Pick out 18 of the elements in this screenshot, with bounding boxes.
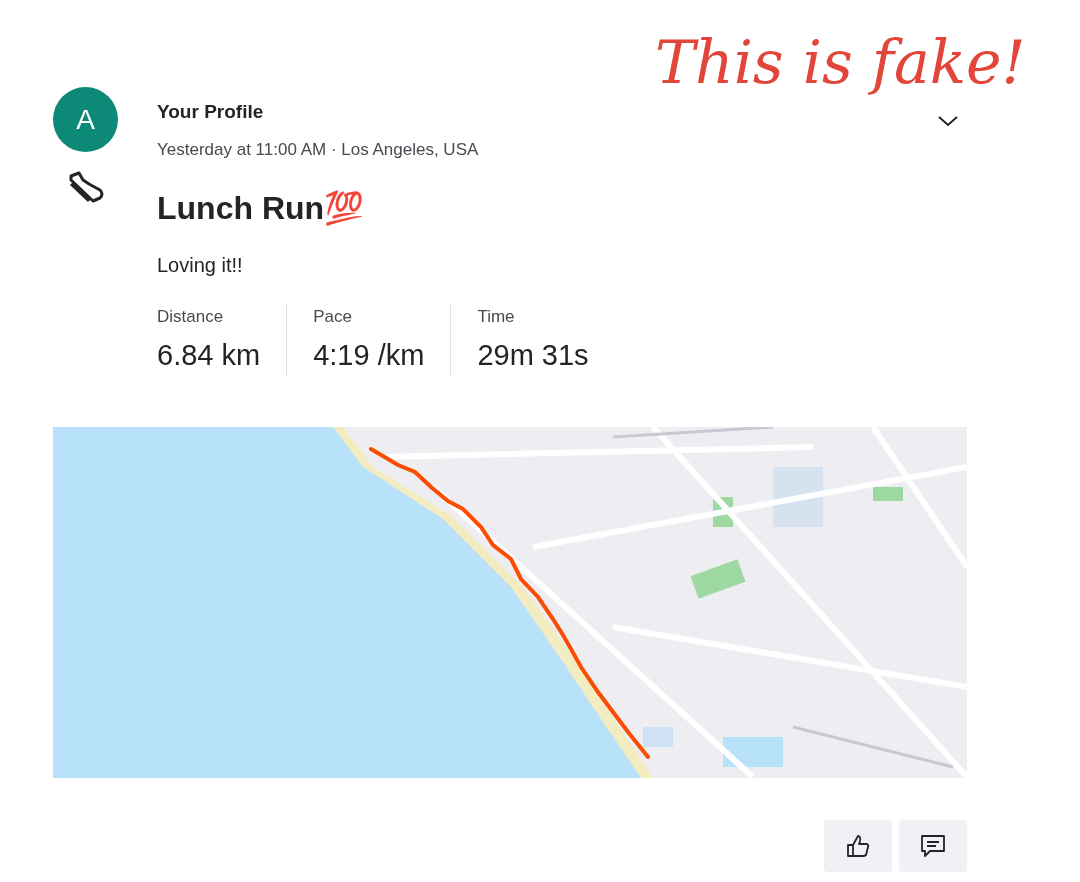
stat-label: Time (477, 306, 516, 328)
stat-label: Pace (313, 306, 353, 328)
stat-value: 4:19 /km (313, 337, 425, 373)
comment-button[interactable] (899, 820, 967, 872)
activity-title[interactable]: Lunch Run💯 (157, 184, 967, 232)
activity-description: Loving it!! (157, 253, 244, 278)
stat-value: 6.84 km (157, 337, 261, 373)
handwritten-annotation: This is fake! (655, 26, 1026, 99)
chevron-down-icon[interactable] (937, 115, 959, 127)
comment-icon (920, 834, 946, 858)
author-name[interactable]: Your Profile (157, 98, 479, 127)
kudos-button[interactable] (824, 820, 892, 872)
activity-meta: Yesterday at 11:00 AM · Los Angeles, USA (157, 138, 479, 161)
shoe-icon (67, 170, 105, 204)
stat-label: Distance (157, 306, 225, 328)
avatar[interactable]: A (53, 87, 118, 152)
thumbs-up-icon (845, 833, 871, 859)
stat-value: 29m 31s (477, 337, 589, 373)
